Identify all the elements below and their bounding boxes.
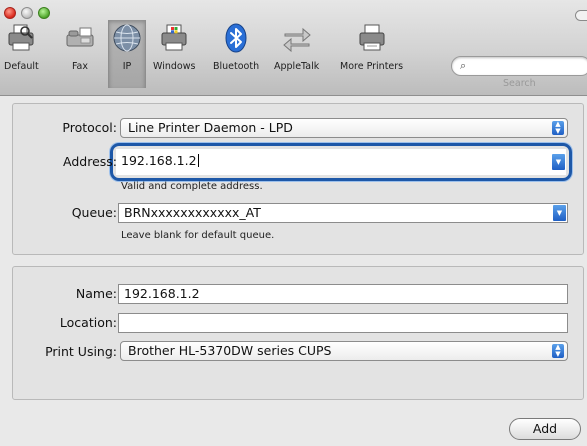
print-using-popup[interactable]: Brother HL-5370DW series CUPS ▲ ▼ (120, 341, 568, 361)
toolbar-item-default[interactable]: Default (4, 22, 39, 78)
address-hint: Valid and complete address. (121, 181, 263, 192)
add-printer-window: Default Fax IP Windows Bluetooth AppleTa… (0, 0, 587, 446)
windows-printer-icon (161, 24, 187, 51)
protocol-label: Protocol: (62, 120, 117, 135)
toolbar-item-label: Default (4, 61, 39, 72)
add-button[interactable]: Add (509, 418, 581, 440)
toolbar: Default Fax IP Windows Bluetooth AppleTa… (0, 0, 587, 96)
fax-icon (66, 27, 94, 47)
toolbar-item-label: Bluetooth (213, 61, 260, 72)
queue-label: Queue: (71, 205, 117, 220)
search-icon: ⌕ (460, 59, 467, 72)
address-label: Address: (63, 154, 117, 169)
minimize-window-button[interactable] (21, 7, 33, 19)
protocol-popup[interactable]: Line Printer Daemon - LPD ▲ ▼ (120, 118, 568, 138)
toolbar-item-label: IP (122, 61, 132, 72)
queue-hint: Leave blank for default queue. (121, 230, 275, 241)
search-field[interactable]: ⌕ (451, 56, 587, 76)
toolbar-item-label: More Printers (340, 61, 404, 72)
queue-combo[interactable]: BRNxxxxxxxxxxxx_AT ▼ (118, 203, 568, 223)
search-label: Search (503, 78, 536, 89)
toolbar-item-label: Fax (71, 61, 89, 72)
toolbar-item-fax[interactable]: Fax (64, 22, 96, 78)
toolbar-item-label: Windows (153, 61, 196, 72)
dropdown-arrow-icon: ▼ (552, 154, 565, 170)
toolbar-item-windows[interactable]: Windows (153, 22, 195, 78)
name-label: Name: (75, 286, 117, 301)
popup-arrows-icon: ▲ ▼ (552, 121, 564, 135)
print-using-value: Brother HL-5370DW series CUPS (128, 343, 332, 358)
location-label: Location: (59, 315, 117, 330)
zoom-window-button[interactable] (38, 7, 50, 19)
address-combo[interactable]: 192.168.1.2 ▼ (116, 149, 566, 175)
appletalk-arrows-icon (282, 27, 311, 53)
more-printers-icon (359, 24, 385, 51)
location-field[interactable] (118, 313, 568, 333)
text-cursor (197, 154, 199, 167)
toolbar-toggle-button[interactable] (575, 10, 587, 21)
default-printer-icon (8, 24, 34, 51)
toolbar-item-label: AppleTalk (274, 61, 320, 72)
print-using-label: Print Using: (45, 344, 117, 359)
toolbar-item-more-printers[interactable]: More Printers (340, 22, 403, 78)
toolbar-item-bluetooth[interactable]: Bluetooth (213, 22, 259, 78)
close-window-button[interactable] (4, 7, 16, 19)
toolbar-item-ip[interactable]: IP (108, 20, 146, 88)
ip-globe-icon (113, 24, 141, 52)
protocol-value: Line Printer Daemon - LPD (128, 120, 293, 135)
toolbar-item-appletalk[interactable]: AppleTalk (274, 22, 319, 78)
popup-arrows-icon: ▲ ▼ (552, 344, 564, 358)
address-input-value: 192.168.1.2 (121, 153, 197, 168)
name-field[interactable]: 192.168.1.2 (118, 284, 568, 304)
bluetooth-icon (225, 23, 247, 53)
queue-input-value: BRNxxxxxxxxxxxx_AT (124, 205, 261, 220)
dropdown-arrow-icon: ▼ (553, 205, 566, 221)
name-input-value: 192.168.1.2 (124, 286, 200, 301)
